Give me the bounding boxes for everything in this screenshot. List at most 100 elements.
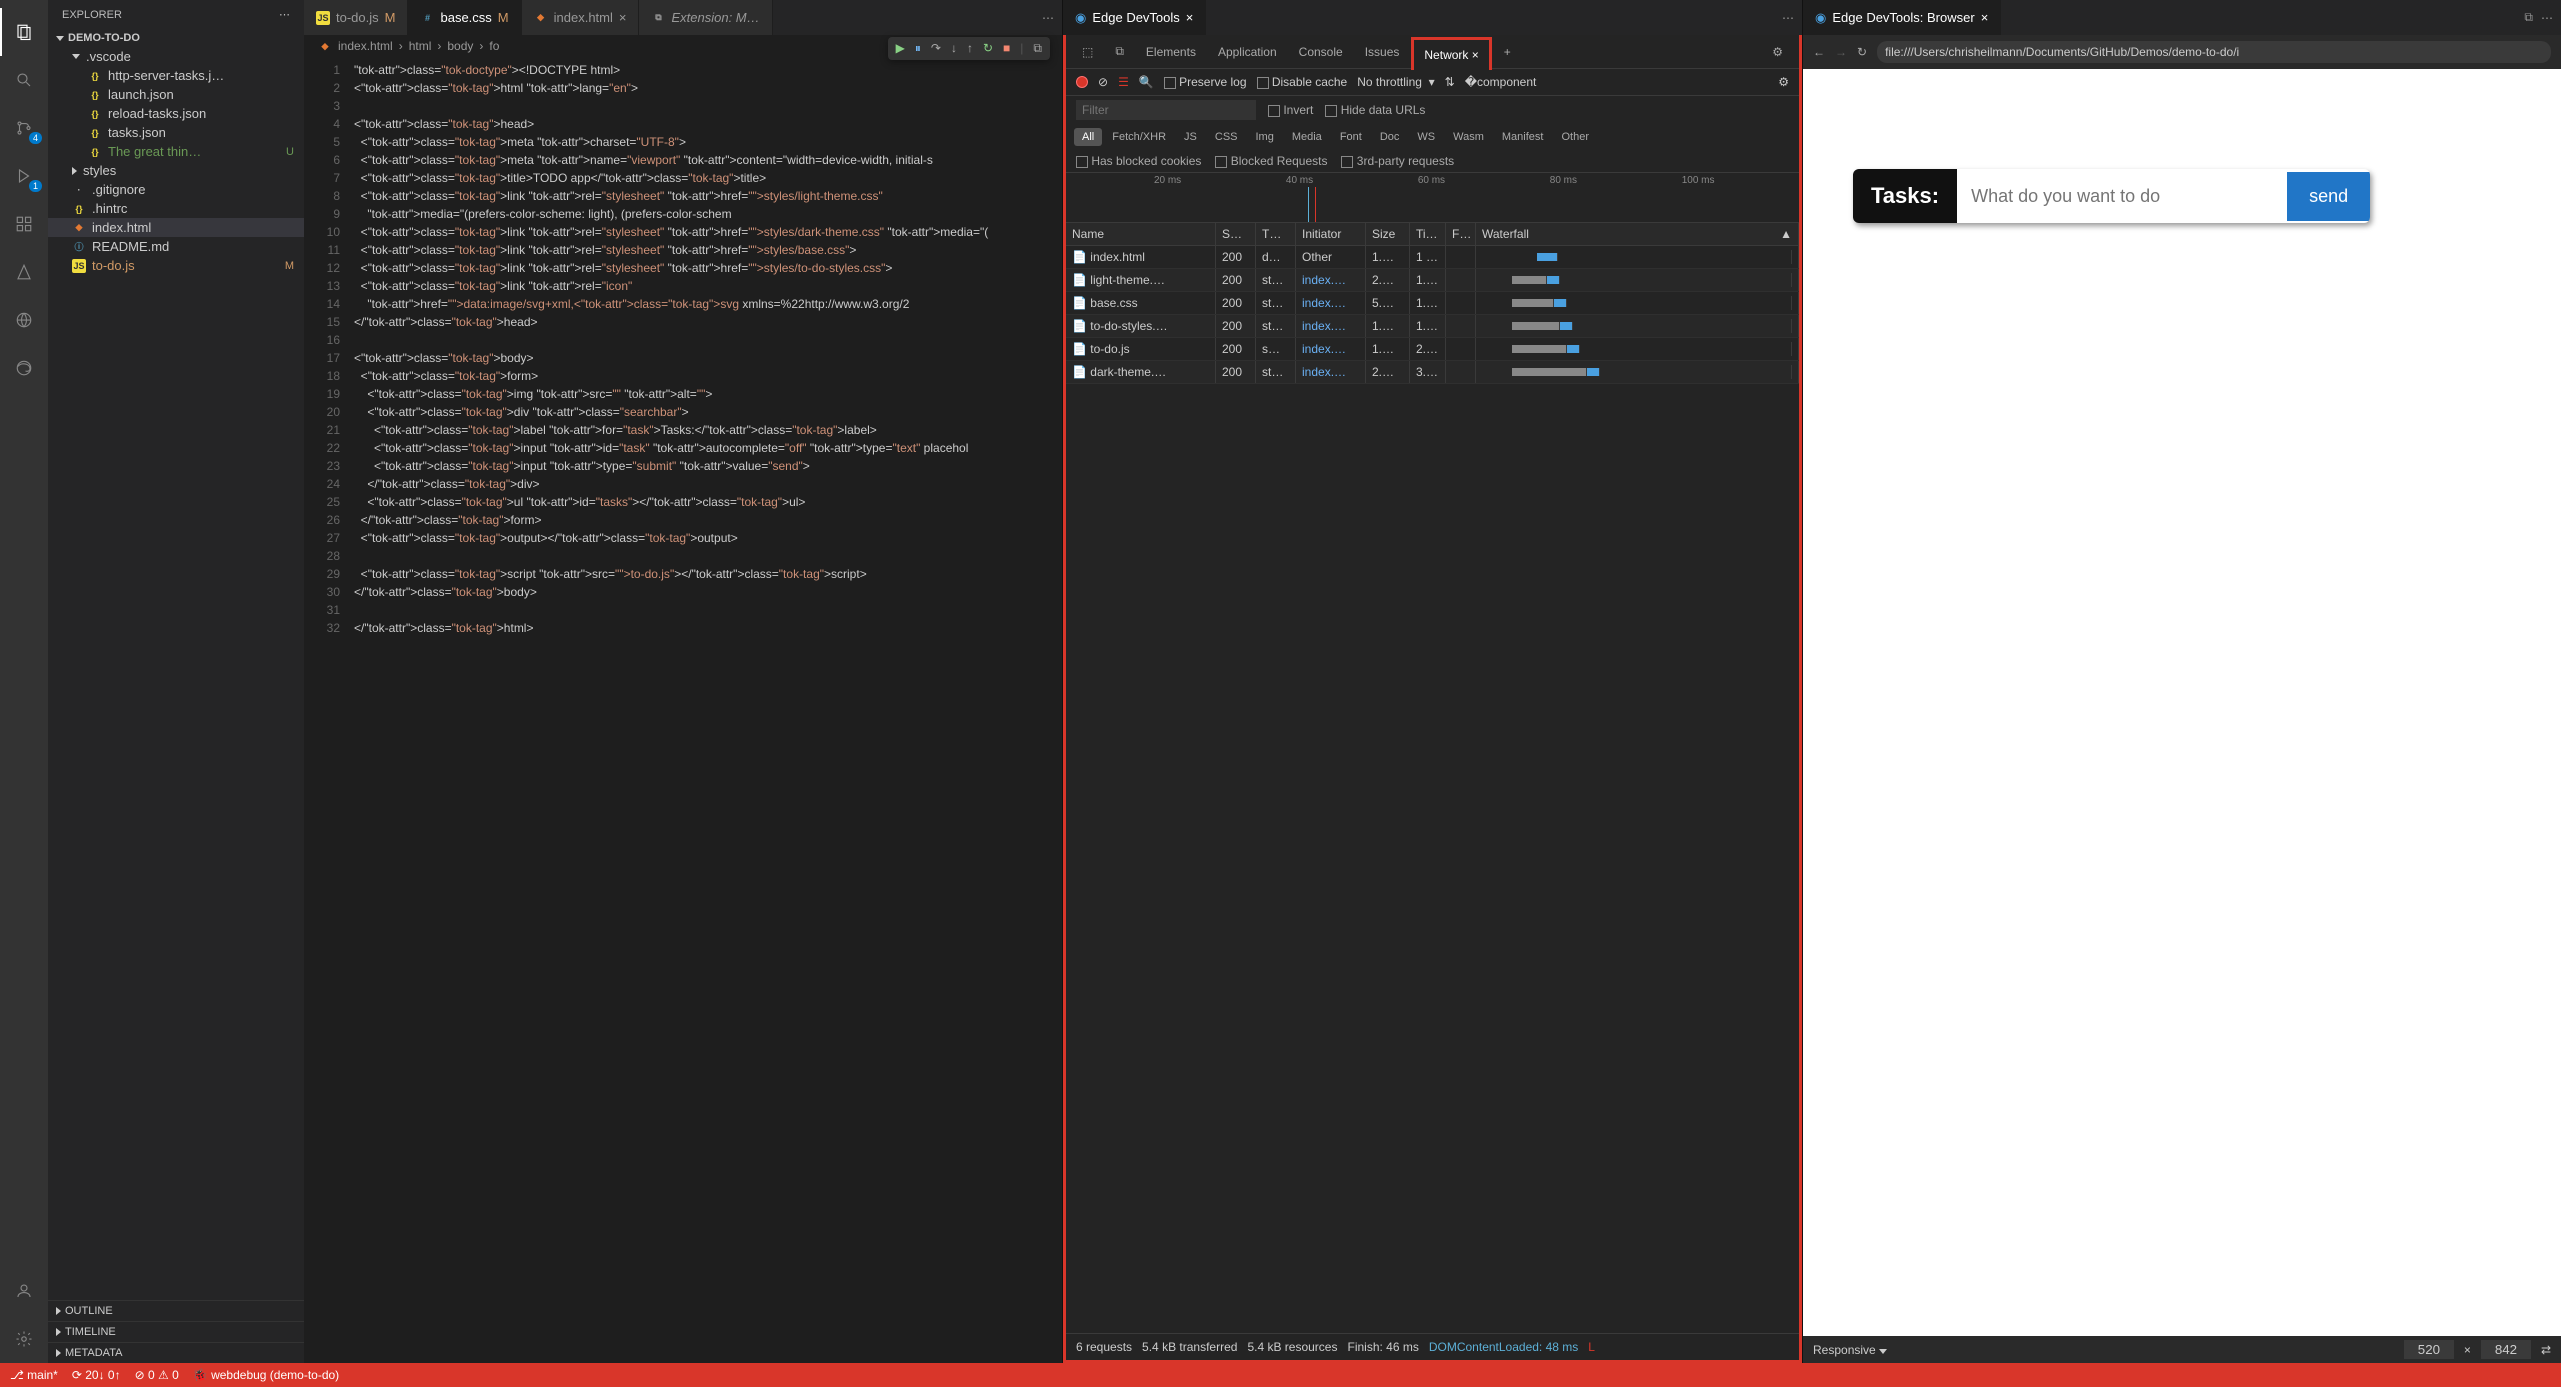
width-input[interactable] <box>2404 1340 2454 1359</box>
editor-tab[interactable]: JSto-do.jsM <box>304 0 408 35</box>
throttling-select[interactable]: No throttling ▾ <box>1357 75 1434 89</box>
tree-item[interactable]: .vscode <box>48 47 304 66</box>
preserve-log-checkbox[interactable]: Preserve log <box>1164 75 1247 89</box>
debug-stop-icon[interactable]: ■ <box>1003 41 1010 56</box>
rotate-icon[interactable]: ⇄ <box>2541 1343 2551 1357</box>
azure-icon[interactable] <box>0 248 48 296</box>
height-input[interactable] <box>2481 1340 2531 1359</box>
wifi-icon[interactable]: �component <box>1465 75 1537 89</box>
network-row[interactable]: 📄 to-do.js200s…index.…1.…2.… <box>1066 338 1799 361</box>
scm-icon[interactable]: 4 <box>0 104 48 152</box>
tasks-input[interactable] <box>1957 172 2287 221</box>
code-editor[interactable]: 1234567891011121314151617181920212223242… <box>304 57 1062 1363</box>
invert-checkbox[interactable]: Invert <box>1268 103 1313 117</box>
type-filter-item[interactable]: Fetch/XHR <box>1104 128 1174 146</box>
network-row[interactable]: 📄 dark-theme.…200st…index.…2.…3.… <box>1066 361 1799 384</box>
tab-network[interactable]: Network × <box>1411 37 1491 70</box>
sync-status[interactable]: ⟳ 20↓ 0↑ <box>72 1368 121 1382</box>
debug-status[interactable]: 🐞 webdebug (demo-to-do) <box>193 1368 339 1382</box>
more-icon[interactable]: ⋯ <box>1782 11 1794 25</box>
back-icon[interactable]: ← <box>1813 45 1825 59</box>
network-row[interactable]: 📄 light-theme.…200st…index.…2.…1.… <box>1066 269 1799 292</box>
reload-icon[interactable]: ↻ <box>1857 45 1867 59</box>
filter-icon[interactable]: ☰ <box>1118 75 1129 89</box>
tab-elements[interactable]: Elements <box>1136 37 1206 67</box>
tab-devtools[interactable]: ◉ Edge DevTools × <box>1063 0 1206 35</box>
type-filter-item[interactable]: Font <box>1332 128 1370 146</box>
forward-icon[interactable]: → <box>1835 45 1847 59</box>
gear-icon[interactable]: ⚙ <box>1762 37 1793 67</box>
filter-checkbox[interactable]: Blocked Requests <box>1215 154 1327 168</box>
tree-item[interactable]: styles <box>48 161 304 180</box>
tab-browser[interactable]: ◉ Edge DevTools: Browser × <box>1803 0 2001 35</box>
gear-icon[interactable]: ⚙ <box>1778 75 1789 89</box>
add-tab-icon[interactable]: + <box>1494 37 1521 67</box>
tab-issues[interactable]: Issues <box>1355 37 1410 67</box>
tree-item[interactable]: {}http-server-tasks.j… <box>48 66 304 85</box>
type-filter-item[interactable]: Doc <box>1372 128 1408 146</box>
account-icon[interactable] <box>0 1267 48 1315</box>
tree-item[interactable]: ·.gitignore <box>48 180 304 199</box>
send-button[interactable]: send <box>2287 172 2370 221</box>
type-filter-item[interactable]: JS <box>1176 128 1205 146</box>
debug-stepover-icon[interactable]: ↷ <box>931 41 941 56</box>
type-filter-item[interactable]: Manifest <box>1494 128 1552 146</box>
extensions-icon[interactable] <box>0 200 48 248</box>
clear-icon[interactable]: ⊘ <box>1098 75 1108 89</box>
tree-item[interactable]: ◆index.html <box>48 218 304 237</box>
project-root[interactable]: DEMO-TO-DO <box>48 29 304 47</box>
close-icon[interactable]: × <box>1472 48 1479 62</box>
sidebar-section[interactable]: METADATA <box>48 1342 304 1363</box>
type-filter-item[interactable]: Img <box>1248 128 1282 146</box>
editor-tab[interactable]: #base.cssM <box>408 0 521 35</box>
branch-status[interactable]: ⎇ main* <box>10 1368 58 1382</box>
type-filter-item[interactable]: Other <box>1553 128 1597 146</box>
explorer-icon[interactable] <box>0 8 48 56</box>
close-icon[interactable]: × <box>1186 10 1194 25</box>
close-icon[interactable]: × <box>619 10 627 25</box>
remote-icon[interactable] <box>0 296 48 344</box>
upload-icon[interactable]: ⇅ <box>1445 75 1455 89</box>
problems-status[interactable]: ⊘ 0 ⚠ 0 <box>135 1368 179 1382</box>
type-filter-item[interactable]: CSS <box>1207 128 1246 146</box>
edge-icon[interactable] <box>0 344 48 392</box>
type-filter-item[interactable]: Media <box>1284 128 1330 146</box>
filter-input[interactable] <box>1076 100 1256 120</box>
tree-item[interactable]: {}.hintrc <box>48 199 304 218</box>
debug-continue-icon[interactable]: ▶ <box>896 41 905 56</box>
browser-viewport[interactable]: Tasks: send <box>1803 69 2561 1336</box>
tree-item[interactable]: {}tasks.json <box>48 123 304 142</box>
debug-stepout-icon[interactable]: ↑ <box>967 41 973 56</box>
search-icon[interactable] <box>0 56 48 104</box>
inspect-icon[interactable]: ⬚ <box>1072 37 1103 67</box>
network-timeline[interactable]: 20 ms40 ms60 ms80 ms100 ms <box>1066 173 1799 223</box>
network-row[interactable]: 📄 base.css200st…index.…5.…1.… <box>1066 292 1799 315</box>
more-icon[interactable]: ⋯ <box>2541 11 2553 25</box>
editor-tab[interactable]: ◆index.html× <box>522 0 640 35</box>
debug-icon[interactable]: 1 <box>0 152 48 200</box>
breadcrumb[interactable]: ◆ index.html › html › body › fo ▶ ⏸ ↷ ↓ … <box>304 35 1062 57</box>
tree-item[interactable]: {}launch.json <box>48 85 304 104</box>
responsive-select[interactable]: Responsive <box>1813 1343 1887 1357</box>
debug-pause-icon[interactable]: ⏸ <box>915 41 921 56</box>
table-header[interactable]: Name S… T… Initiator Size Ti… F… Waterfa… <box>1066 223 1799 246</box>
debug-screencast-icon[interactable]: ⧉ <box>1033 41 1042 56</box>
close-icon[interactable]: × <box>1981 10 1989 25</box>
hide-urls-checkbox[interactable]: Hide data URLs <box>1325 103 1425 117</box>
device-icon[interactable]: ⧉ <box>1105 36 1134 67</box>
more-icon[interactable]: ⋯ <box>279 8 290 21</box>
url-input[interactable] <box>1877 41 2551 63</box>
tree-item[interactable]: ⓘREADME.md <box>48 237 304 256</box>
sidebar-section[interactable]: OUTLINE <box>48 1300 304 1321</box>
tree-item[interactable]: {}The great thin…U <box>48 142 304 161</box>
filter-checkbox[interactable]: Has blocked cookies <box>1076 154 1201 168</box>
search-icon[interactable]: 🔍 <box>1139 75 1154 89</box>
gear-icon[interactable] <box>0 1315 48 1363</box>
type-filter-item[interactable]: WS <box>1409 128 1443 146</box>
sidebar-section[interactable]: TIMELINE <box>48 1321 304 1342</box>
disable-cache-checkbox[interactable]: Disable cache <box>1257 75 1348 89</box>
tab-application[interactable]: Application <box>1208 37 1287 67</box>
tab-console[interactable]: Console <box>1289 37 1353 67</box>
debug-restart-icon[interactable]: ↻ <box>983 41 993 56</box>
split-icon[interactable]: ⧉ <box>2524 10 2533 25</box>
